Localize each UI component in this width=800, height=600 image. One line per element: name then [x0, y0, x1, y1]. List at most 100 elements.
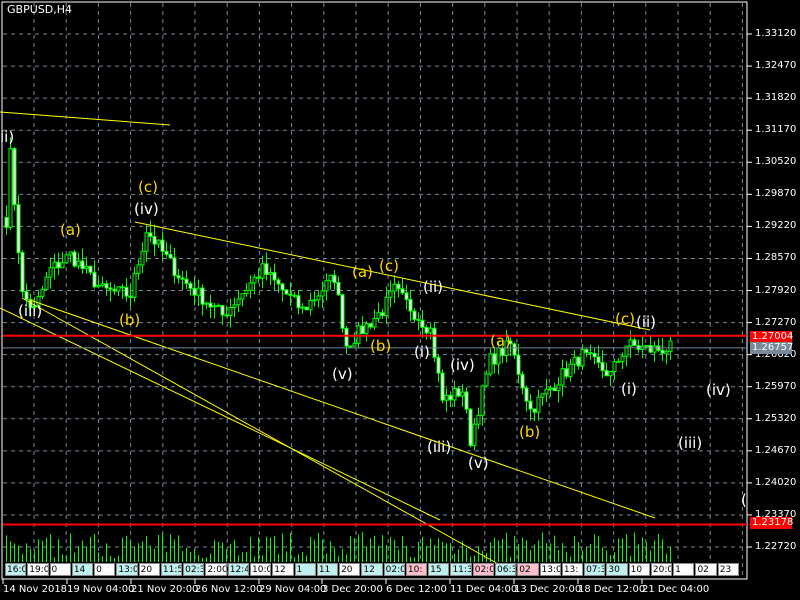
candle-body [348, 345, 353, 348]
time-label-box: 02 [695, 563, 717, 576]
time-label-box: 12:4 [227, 563, 249, 576]
time-label-box: 10: [405, 563, 428, 576]
time-tick-label: 11 Dec 04:00 [450, 584, 518, 595]
candle-body [268, 272, 273, 275]
candle-body [436, 356, 441, 374]
chart-title: GBPUSD,H4 [7, 3, 72, 16]
candle-body [632, 339, 637, 347]
candle-body [232, 304, 237, 309]
wave-label: (b) [370, 337, 392, 355]
wave-label: (i) [621, 380, 637, 398]
candle-body [664, 350, 669, 354]
candle-body [76, 260, 81, 267]
wave-label: (iii) [678, 434, 703, 452]
candle-body [8, 148, 13, 228]
candle-body [560, 368, 565, 386]
wave-label: (b) [519, 423, 541, 441]
candle-body [192, 287, 197, 296]
candle-body [576, 356, 581, 367]
candle-body [52, 261, 57, 269]
wave-label: (iv) [450, 356, 475, 374]
candle-body [108, 287, 113, 290]
candle-body [480, 385, 485, 416]
time-label-box: 19:00 [27, 563, 49, 576]
time-tick-label: 13 Dec 20:00 [514, 584, 582, 595]
time-label-box: 1 [294, 563, 316, 576]
time-label-box: 23 [717, 563, 739, 576]
time-label-box: 10:00 [250, 563, 272, 576]
candle-body [100, 283, 105, 286]
time-label-box: 02:30 [183, 563, 205, 576]
candle-body [68, 251, 73, 256]
candle-body [132, 273, 137, 298]
candle-body [628, 339, 633, 347]
candle-body [464, 391, 469, 410]
candle-body [376, 312, 381, 320]
candle-body [392, 283, 397, 292]
candle-body [572, 356, 577, 365]
time-label-box: 10 [628, 563, 650, 576]
candle-body [256, 276, 261, 279]
time-tick-label: 6 Dec 12:00 [386, 584, 447, 595]
candle-body [336, 281, 341, 296]
candle-body [120, 286, 125, 289]
candle-body [228, 307, 233, 317]
candle-body [380, 312, 385, 317]
candle-body [220, 304, 225, 316]
candle-body [452, 387, 457, 401]
candle-body [540, 393, 545, 398]
candle-body [84, 265, 89, 270]
time-label-box: 06:3 [495, 563, 517, 576]
candle-body [156, 239, 161, 245]
candle-body [208, 302, 213, 308]
candle-body [204, 302, 209, 305]
price-tick-label: 1.32470 [755, 60, 797, 72]
wave-label: (i) [414, 343, 430, 361]
wave-label: (c) [615, 310, 635, 328]
price-tick-label: 1.27920 [755, 284, 797, 296]
wave-label: (c) [379, 257, 399, 275]
candle-body [324, 280, 329, 292]
candle-body [360, 325, 365, 335]
candle-body [40, 288, 45, 297]
candle-body [144, 232, 149, 252]
candle-body [364, 323, 369, 335]
price-tick-label: 1.31820 [755, 92, 797, 104]
candle-body [400, 288, 405, 294]
candle-body [44, 276, 49, 290]
time-label-box: 11:30 [450, 563, 472, 576]
time-label-box: 0 [94, 563, 116, 576]
candle-body [460, 391, 465, 397]
time-tick-label: 18 Dec 12:00 [578, 584, 646, 595]
candle-body [148, 232, 153, 237]
trend-line [134, 221, 651, 331]
candle-body [164, 250, 169, 255]
time-tick-label: 3 Dec 20:00 [322, 584, 383, 595]
candle-body [116, 286, 121, 292]
time-label-box: 11:59 [160, 563, 183, 576]
candle-body [272, 272, 277, 281]
price-tick-label: 1.24020 [755, 476, 797, 488]
candle-body [304, 306, 309, 311]
candle-body [668, 340, 673, 352]
current-price-tag: 1.26757 [750, 342, 794, 354]
candle-body [596, 356, 601, 363]
candle-body [648, 344, 653, 353]
candle-body [568, 363, 573, 377]
candle-body [216, 304, 221, 307]
price-tick-label: 1.31170 [755, 124, 797, 136]
candle-body [328, 274, 333, 282]
candle-body [544, 388, 549, 395]
candle-body [252, 276, 257, 284]
candle-body [72, 251, 77, 267]
candle-body [280, 283, 285, 291]
price-chart[interactable] [0, 0, 800, 600]
candle-body [244, 289, 249, 295]
price-tick-label: 1.27270 [755, 316, 797, 328]
price-tick-label: 1.28570 [755, 252, 797, 264]
candle-body [20, 252, 25, 293]
wave-label: (a) [490, 332, 511, 350]
time-label-box: 30 [606, 563, 628, 576]
candle-body [16, 204, 21, 254]
candle-body [136, 264, 141, 275]
